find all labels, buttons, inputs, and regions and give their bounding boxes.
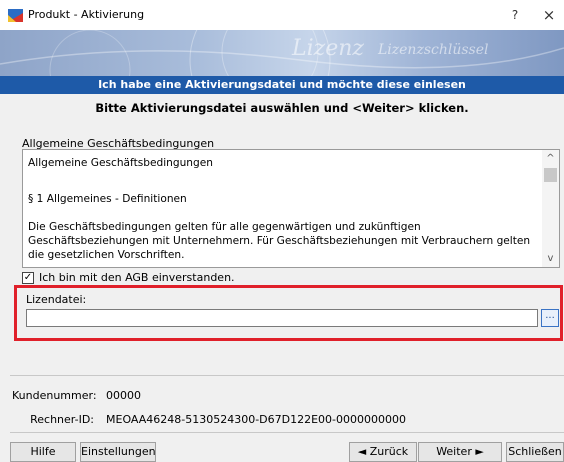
help-title-button[interactable]: ? — [504, 6, 526, 24]
browse-file-button[interactable]: ... — [541, 309, 559, 327]
instruction-text: Bitte Aktivierungsdatei auswählen und <W… — [95, 101, 469, 115]
title-bar: Produkt - Aktivierung ? × — [0, 0, 564, 30]
agb-agree-row[interactable]: ✓ Ich bin mit den AGB einverstanden. — [22, 271, 235, 284]
license-file-label: Lizendatei: — [26, 293, 87, 306]
close-button[interactable]: Schließen — [506, 442, 564, 462]
agb-content: Allgemeine Geschäftsbedingungen § 1 Allg… — [28, 156, 540, 276]
agb-scrollbar[interactable]: ^ v — [542, 150, 559, 267]
section-heading: Ich habe eine Aktivierungsdatei und möch… — [0, 76, 564, 94]
customer-number-row: Kundenummer: 00000 — [12, 389, 141, 402]
customer-number-value: 00000 — [106, 389, 141, 402]
scroll-down-icon[interactable]: v — [542, 250, 559, 267]
license-file-input[interactable] — [26, 309, 538, 327]
help-button[interactable]: Hilfe — [10, 442, 76, 462]
next-button[interactable]: Weiter ► — [418, 442, 502, 462]
header-banner: Lizenz Lizenzschlüssel — [0, 30, 564, 76]
back-button[interactable]: ◄ Zurück — [349, 442, 417, 462]
scroll-thumb[interactable] — [544, 168, 557, 182]
computer-id-value: MEOAA46248-5130524300-D67D122E00-0000000… — [106, 413, 407, 426]
window-title: Produkt - Aktivierung — [28, 8, 145, 21]
agb-line: § 1 Allgemeines - Definitionen — [28, 193, 187, 205]
license-file-section: Lizendatei: ... — [14, 285, 563, 341]
agb-agree-label: Ich bin mit den AGB einverstanden. — [39, 271, 235, 284]
banner-watermark-lizenz: Lizenz — [292, 36, 365, 61]
scroll-up-icon[interactable]: ^ — [542, 150, 559, 167]
customer-number-label: Kundenummer: — [12, 389, 97, 402]
settings-button[interactable]: Einstellungen — [80, 442, 156, 462]
computer-id-row: Rechner-ID: MEOAA46248-5130524300-D67D122… — [12, 413, 406, 426]
agb-line: Die Geschäftsbedingungen gelten für alle… — [28, 221, 531, 261]
computer-id-label: Rechner-ID: — [30, 413, 94, 426]
agb-text-area[interactable]: Allgemeine Geschäftsbedingungen § 1 Allg… — [22, 149, 560, 268]
app-logo-icon — [8, 9, 23, 22]
info-panel: Kundenummer: 00000 Rechner-ID: MEOAA46248-… — [10, 375, 564, 433]
agb-line: Allgemeine Geschäftsbedingungen — [28, 157, 213, 169]
agb-agree-checkbox[interactable]: ✓ — [22, 271, 34, 284]
banner-watermark-lizenzschluessel: Lizenzschlüssel — [378, 42, 489, 58]
close-window-button[interactable]: × — [538, 6, 560, 24]
